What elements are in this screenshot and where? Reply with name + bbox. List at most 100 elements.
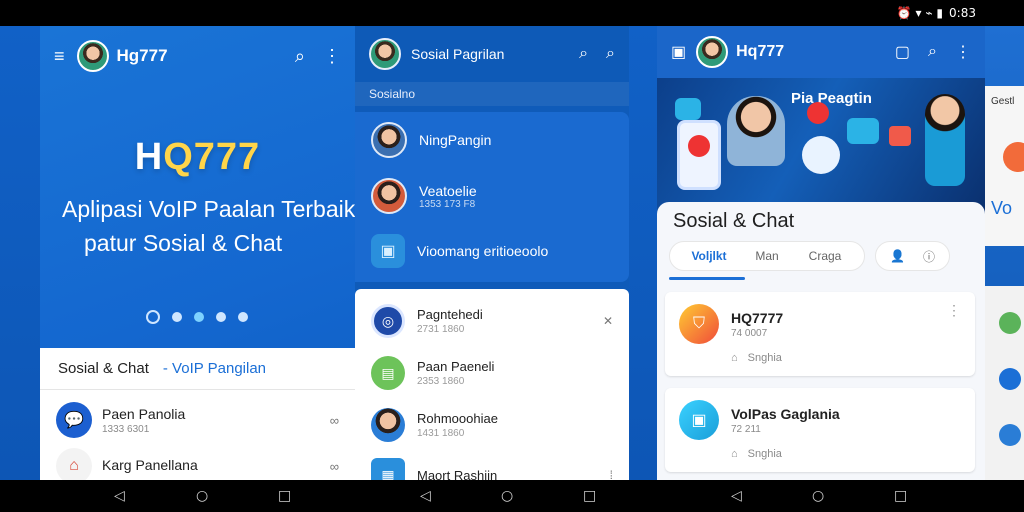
image-icon[interactable]: ▣ (671, 42, 686, 62)
home-icon[interactable]: ○ (812, 488, 824, 504)
list-item[interactable]: ▣ Vioomang eritioeoolo (355, 224, 629, 282)
card-meta: ⌂ Snghia (679, 448, 961, 460)
search-icon[interactable]: ⌕ (606, 45, 615, 63)
back-icon[interactable]: ◁ (114, 488, 125, 504)
top-actions: ⌕ ⋮ (295, 46, 341, 67)
list-item[interactable]: NingPangin (355, 112, 629, 168)
list-item-action-icon[interactable]: ∞ (330, 459, 339, 474)
avatar[interactable] (369, 38, 401, 70)
content-sheet: Sosial & Chat Voljlkt Man Craga 👤 ⓘ ⋮ ⛉ (657, 202, 985, 480)
person-illustration (727, 96, 785, 166)
list-item-action-icon[interactable]: ∞ (330, 413, 339, 428)
menu-icon[interactable]: ≡ (54, 46, 65, 67)
search-icon[interactable]: ⌕ (295, 46, 305, 67)
cropped-avatar-icon (999, 368, 1021, 390)
home-icon[interactable]: ○ (501, 488, 513, 504)
list-item-text: Pagntehedi 2731 1860 (417, 307, 483, 335)
app-collage: ≡ Hg777 ⌕ ⋮ HQ777 Aplipasi VoIP Paalan T… (0, 26, 1024, 480)
app-title: Hg777 (116, 46, 168, 65)
square-icon[interactable]: ▢ (895, 42, 910, 62)
list-item[interactable]: ◎ Pagntehedi 2731 1860 ✕ (355, 289, 629, 341)
list-item-subtitle: 1431 1860 (417, 428, 465, 439)
hero-tagline-1: Aplipasi VoIP Paalan Terbaik (62, 196, 355, 222)
carousel-dot[interactable] (172, 312, 182, 322)
cropped-card: Gestl Vo (985, 86, 1024, 246)
active-tab-indicator (669, 277, 745, 280)
carousel-dot-active[interactable] (194, 312, 204, 322)
cropped-label: Gestl (991, 96, 1015, 107)
agent-illustration (925, 94, 965, 186)
home-icon: ⌂ (731, 352, 738, 364)
hero-logo-q777: Q777 (163, 136, 261, 178)
carousel-dot[interactable] (146, 310, 160, 324)
play-icon (847, 118, 879, 144)
carousel-dot[interactable] (238, 312, 248, 322)
recents-icon[interactable]: □ (583, 488, 596, 504)
phone-illustration (677, 120, 721, 190)
building-icon: ▦ (371, 458, 405, 480)
close-icon[interactable]: ✕ (603, 314, 613, 328)
list-item[interactable]: ▤ Paan Paeneli 2353 1860 (355, 341, 629, 393)
top-bar: ≡ Hg777 ⌕ ⋮ (40, 26, 355, 86)
list-item[interactable]: ▦ Maort Rashiin ⁞ (355, 445, 629, 480)
avatar (371, 178, 407, 214)
list-item[interactable]: Rohmooohiae 1431 1860 (355, 393, 629, 445)
list-item[interactable]: ⌂ Karg Panellana ∞ (40, 438, 355, 480)
tab-craga[interactable]: Craga (796, 249, 854, 263)
more-icon[interactable]: ⁞ (610, 468, 613, 480)
list-item-text: Rohmooohiae 1431 1860 (417, 411, 498, 439)
status-glyphs: ⏰ ▾ ⌁ ▮ (896, 6, 944, 20)
top-actions: ⌕ ⌕ (579, 45, 615, 63)
list-item-text: Karg Panellana (102, 457, 198, 475)
list-item-title: Veatoelie (419, 182, 477, 199)
cropped-text: Vo (991, 198, 1013, 218)
section-title: Sosial & Chat (673, 210, 795, 232)
tab-man[interactable]: Man (738, 249, 796, 263)
blue-card: NingPangin Veatoelie 1353 173 F8 ▣ Vioom… (355, 112, 629, 282)
avatar[interactable] (76, 40, 109, 72)
more-vert-icon[interactable]: ⋮ (955, 42, 971, 62)
list-item[interactable]: Veatoelie 1353 173 F8 (355, 168, 629, 224)
card[interactable]: ⋮ ⛉ HQ7777 74 0007 ⌂ Snghia (665, 292, 975, 376)
chat-icon (675, 98, 701, 120)
list-item[interactable]: 💬 Paen Panolia 1333 6301 ∞ (40, 390, 355, 438)
panel-cropped: Gestl Vo (985, 26, 1024, 480)
tab-voip-calls[interactable]: - VoIP Pangilan (163, 360, 266, 377)
top-bar: ▣ Hq777 ▢ ⌕ ⋮ (657, 26, 985, 78)
search-icon[interactable]: ⌕ (579, 45, 588, 63)
app-title: Hq777 (736, 43, 785, 60)
hero-logo-h: H (134, 136, 164, 178)
tab-social-chat[interactable]: Sosial & Chat (58, 360, 149, 377)
info-icon[interactable]: ⓘ (923, 248, 935, 265)
promo-banner[interactable]: Pia Peagtin (657, 78, 985, 218)
avatar (371, 122, 407, 158)
back-icon[interactable]: ◁ (731, 488, 742, 504)
card-header: ⛉ HQ7777 74 0007 (679, 304, 961, 344)
card[interactable]: ▣ VolPas Gaglania 72 211 ⌂ Snghia (665, 388, 975, 472)
home-icon[interactable]: ○ (196, 488, 208, 504)
voice-icon: ▣ (371, 234, 405, 268)
more-vert-icon[interactable]: ⋮ (947, 302, 961, 319)
card-text: HQ7777 74 0007 (731, 310, 783, 339)
panel-social: Sosial Pagrilan ⌕ ⌕ Sosialno NingPangin … (355, 26, 629, 480)
person-icon[interactable]: 👤 (890, 249, 905, 263)
search-icon[interactable]: ⌕ (928, 42, 937, 62)
tab-bar: Sosial & Chat - VoIP Pangilan (40, 348, 355, 390)
recents-icon[interactable]: □ (278, 488, 291, 504)
carousel-dot[interactable] (216, 312, 226, 322)
tab-group: Voljlkt Man Craga (669, 241, 865, 271)
status-icons: ⏰ ▾ ⌁ ▮ 0:83 (897, 6, 976, 20)
list-item-title: Vioomang eritioeoolo (417, 243, 549, 259)
tab-voip[interactable]: Voljlkt (680, 249, 738, 263)
avatar[interactable] (696, 36, 729, 68)
list-item-subtitle: 1333 6301 (102, 423, 150, 435)
recents-icon[interactable]: □ (894, 488, 907, 504)
card-title: HQ7777 (731, 309, 784, 326)
sync-icon (802, 136, 840, 174)
back-icon[interactable]: ◁ (420, 488, 431, 504)
status-time: 0:83 (949, 6, 976, 20)
card-text: VolPas Gaglania 72 211 (731, 406, 840, 435)
tab-actions: 👤 ⓘ (875, 241, 950, 271)
more-vert-icon[interactable]: ⋮ (323, 46, 341, 67)
list-item-text: Maort Rashiin (417, 468, 497, 481)
